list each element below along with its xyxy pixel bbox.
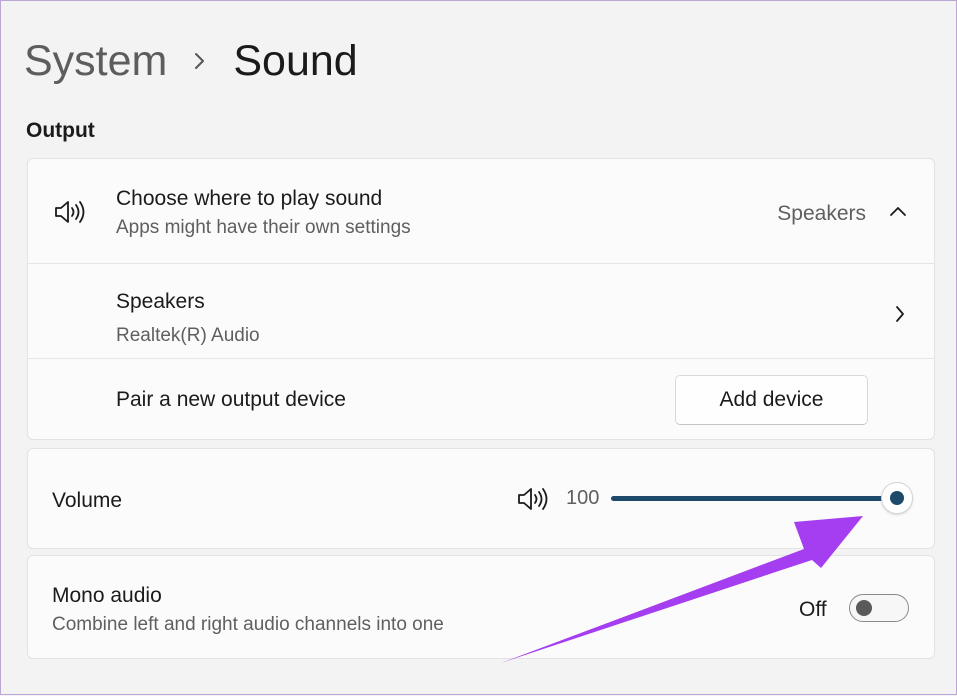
choose-output-title: Choose where to play sound: [116, 187, 383, 210]
mono-audio-subtitle: Combine left and right audio channels in…: [52, 614, 444, 635]
mono-audio-state: Off: [799, 598, 827, 621]
toggle-knob: [856, 600, 872, 616]
breadcrumb-chevron-icon: [193, 49, 207, 73]
mono-audio-title: Mono audio: [52, 584, 162, 607]
breadcrumb-system-link[interactable]: System: [24, 37, 167, 86]
page-title: Sound: [233, 36, 358, 85]
mono-audio-toggle[interactable]: [849, 594, 909, 622]
pair-device-title: Pair a new output device: [116, 388, 346, 411]
add-device-button[interactable]: Add device: [675, 375, 868, 425]
breadcrumb: System Sound: [24, 31, 358, 91]
volume-value: 100: [566, 487, 600, 509]
volume-card: Volume 100: [27, 448, 935, 549]
volume-slider-thumb[interactable]: [881, 482, 913, 514]
speakers-device-subtitle: Realtek(R) Audio: [116, 325, 260, 346]
output-section-heading: Output: [26, 119, 95, 142]
speakers-device-title: Speakers: [116, 290, 205, 313]
speaker-icon: [54, 199, 86, 225]
volume-label: Volume: [52, 489, 123, 512]
volume-slider-track[interactable]: [611, 496, 897, 501]
chevron-right-icon[interactable]: [894, 304, 906, 324]
speaker-icon[interactable]: [517, 486, 549, 512]
pair-device-row: Pair a new output device Add device: [28, 358, 934, 440]
selected-output-value: Speakers: [777, 202, 866, 225]
mono-audio-card: Mono audio Combine left and right audio …: [27, 555, 935, 659]
output-card: Choose where to play sound Apps might ha…: [27, 158, 935, 440]
speakers-device-row[interactable]: Speakers Realtek(R) Audio: [28, 263, 934, 358]
choose-output-subtitle: Apps might have their own settings: [116, 217, 411, 238]
choose-output-row[interactable]: Choose where to play sound Apps might ha…: [28, 159, 934, 263]
chevron-up-icon[interactable]: [888, 204, 908, 218]
